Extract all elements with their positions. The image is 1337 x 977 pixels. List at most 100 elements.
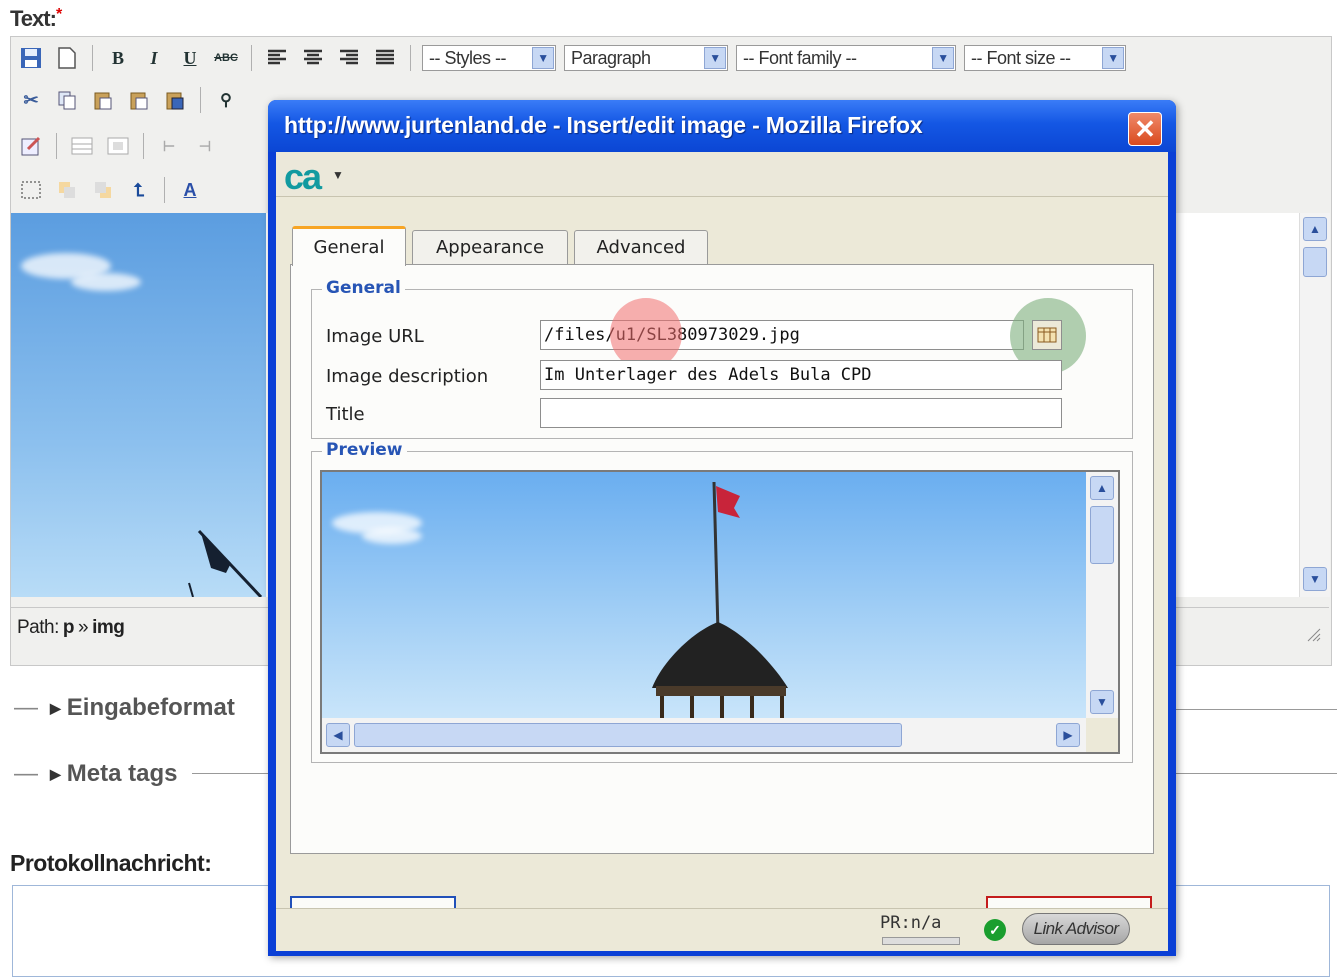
image-description-input[interactable]: Im Unterlager des Adels Bula CPD	[540, 360, 1062, 390]
tab-appearance[interactable]: Appearance	[412, 230, 568, 264]
scroll-right-icon[interactable]: ▶	[1056, 723, 1080, 747]
font-family-select[interactable]: -- Font family -- ▼	[736, 45, 956, 71]
tower-image	[652, 481, 788, 718]
italic-button[interactable]: I	[140, 44, 168, 72]
dialog-body: ca ▼ General Appearance Advanced General…	[276, 152, 1168, 951]
scroll-down-icon[interactable]: ▼	[1090, 690, 1114, 714]
tab-advanced[interactable]: Advanced	[574, 230, 708, 264]
pagerank-label: PR:n/a	[880, 913, 942, 933]
move-icon[interactable]: ⮤	[125, 176, 153, 204]
triangle-right-icon: ▶	[50, 765, 61, 782]
layer-front-icon[interactable]	[89, 176, 117, 204]
insert-image-dialog: http://www.jurtenland.de - Insert/edit i…	[268, 100, 1176, 956]
browse-icon	[1037, 327, 1057, 343]
fieldset-meta-tags[interactable]: — ▶ Meta tags	[14, 760, 177, 788]
dialog-title: http://www.jurtenland.de - Insert/edit i…	[284, 112, 923, 138]
style-icon[interactable]: A	[176, 176, 204, 204]
fieldset-line	[192, 773, 272, 774]
resize-grip-icon[interactable]	[1305, 626, 1321, 642]
font-size-select[interactable]: -- Font size -- ▼	[964, 45, 1126, 71]
scroll-up-icon[interactable]: ▲	[1090, 476, 1114, 500]
find-icon[interactable]: ⚲	[212, 86, 240, 114]
chevron-down-icon[interactable]: ▼	[332, 168, 344, 182]
editor-toolbar-row-3: ⊢ ⊣	[17, 129, 219, 163]
styles-select[interactable]: -- Styles -- ▼	[422, 45, 556, 71]
scroll-thumb[interactable]	[354, 723, 902, 747]
general-legend: General	[322, 278, 405, 298]
path-separator: »	[77, 616, 89, 638]
styles-select-value: -- Styles --	[429, 47, 507, 68]
ca-logo[interactable]: ca	[284, 156, 322, 198]
chevron-down-icon: ▼	[1102, 47, 1124, 69]
general-group: General Image URL /files/u1/SL380973029.…	[311, 278, 1133, 439]
preview-group: Preview ▲ ▼ ◀ ▶	[311, 440, 1133, 763]
underline-button[interactable]: U	[176, 44, 204, 72]
pagerank-bar	[882, 937, 960, 945]
editor-toolbar-row-2: ✂ ⚲	[17, 83, 240, 117]
tab-panel-general: General Image URL /files/u1/SL380973029.…	[290, 264, 1154, 854]
preview-image	[322, 472, 1088, 718]
tab-general[interactable]: General	[292, 226, 406, 266]
link-advisor-button[interactable]: Link Advisor	[1022, 913, 1130, 945]
triangle-right-icon: ▶	[50, 699, 61, 716]
bold-button[interactable]: B	[104, 44, 132, 72]
text-label-text: Text:	[10, 6, 57, 31]
close-button[interactable]: ✕	[1128, 112, 1162, 146]
fieldset-eingabeformat[interactable]: — ▶ Eingabeformat	[14, 694, 235, 722]
insert-col-icon[interactable]: ⊣	[191, 132, 219, 160]
cut-icon[interactable]: ✂	[17, 86, 45, 114]
browse-button[interactable]	[1032, 320, 1062, 350]
paste-word-icon[interactable]	[161, 86, 189, 114]
toolbar-separator	[143, 133, 144, 159]
tab-container: General Appearance Advanced General Imag…	[290, 226, 1154, 936]
editor-scrollbar[interactable]: ▲ ▼	[1299, 213, 1330, 597]
editor-toolbar-row-4: ⮤ A	[17, 173, 204, 207]
preview-legend: Preview	[322, 440, 407, 460]
table-props-icon[interactable]	[104, 132, 132, 160]
scroll-up-icon[interactable]: ▲	[1303, 217, 1327, 241]
dialog-titlebar[interactable]: http://www.jurtenland.de - Insert/edit i…	[268, 100, 1176, 152]
new-document-icon[interactable]	[53, 44, 81, 72]
insert-row-icon[interactable]: ⊢	[155, 132, 183, 160]
font-size-select-value: -- Font size --	[971, 47, 1071, 68]
toolbar-separator	[410, 45, 411, 71]
scroll-thumb[interactable]	[1090, 506, 1114, 564]
align-justify-icon[interactable]	[371, 44, 399, 72]
text-label: Text:*	[10, 6, 62, 32]
title-input[interactable]	[540, 398, 1062, 428]
select-all-icon[interactable]	[17, 176, 45, 204]
paragraph-select[interactable]: Paragraph ▼	[564, 45, 728, 71]
table-icon[interactable]	[68, 132, 96, 160]
toolbar-separator	[92, 45, 93, 71]
flag-silhouette	[188, 529, 263, 597]
align-left-icon[interactable]	[263, 44, 291, 72]
paste-text-icon[interactable]	[125, 86, 153, 114]
browser-toolbar: ca ▼	[276, 152, 1168, 197]
strikethrough-button[interactable]: ABC	[212, 44, 240, 72]
preview-vertical-scrollbar[interactable]: ▲ ▼	[1086, 472, 1118, 718]
path-p[interactable]: p	[63, 617, 75, 639]
save-icon[interactable]	[17, 44, 45, 72]
align-right-icon[interactable]	[335, 44, 363, 72]
edit-icon[interactable]	[17, 132, 45, 160]
scroll-down-icon[interactable]: ▼	[1303, 567, 1327, 591]
fieldset-line	[1170, 773, 1337, 774]
paragraph-select-value: Paragraph	[571, 47, 651, 68]
layer-back-icon[interactable]	[53, 176, 81, 204]
editor-image[interactable]	[11, 213, 266, 597]
image-description-label: Image description	[326, 366, 489, 387]
preview-frame: ▲ ▼ ◀ ▶	[320, 470, 1120, 754]
protokoll-label: Protokollnachricht:	[10, 850, 212, 876]
browser-status-bar: PR:n/a ✓ Link Advisor	[276, 908, 1168, 951]
fieldset-meta-tags-label[interactable]: Meta tags	[67, 760, 178, 788]
copy-icon[interactable]	[53, 86, 81, 114]
image-url-label: Image URL	[326, 326, 424, 347]
align-center-icon[interactable]	[299, 44, 327, 72]
scroll-left-icon[interactable]: ◀	[326, 723, 350, 747]
paste-icon[interactable]	[89, 86, 117, 114]
editor-toolbar-row-1: B I U ABC -- Styles -- ▼ Paragraph ▼ -- Fo…	[17, 41, 1126, 75]
scroll-thumb[interactable]	[1303, 247, 1327, 277]
path-img[interactable]: img	[92, 617, 125, 639]
preview-horizontal-scrollbar[interactable]: ◀ ▶	[322, 718, 1088, 752]
fieldset-eingabeformat-label[interactable]: Eingabeformat	[67, 694, 235, 722]
